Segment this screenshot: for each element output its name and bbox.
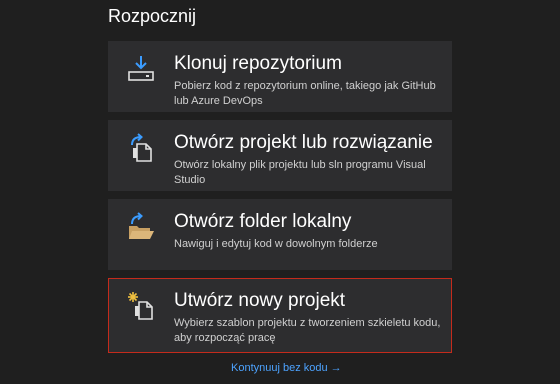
continue-without-code-link[interactable]: Kontynuuj bez kodu → [231, 362, 342, 374]
open-project-card[interactable]: Otwórz projekt lub rozwiązanie Otwórz lo… [108, 120, 452, 191]
section-title: Rozpocznij [108, 6, 197, 26]
clone-repository-title: Klonuj repozytorium [174, 53, 342, 74]
open-folder-description: Nawiguj i edytuj kod w dowolnym folderze [174, 238, 378, 250]
new-project-icon [128, 292, 153, 320]
new-project-title: Utwórz nowy projekt [174, 290, 346, 311]
open-project-description: Otwórz lokalny plik projektu lub sln pro… [174, 159, 426, 186]
open-project-icon [131, 133, 152, 162]
open-folder-card[interactable]: Otwórz folder lokalny Nawiguj i edytuj k… [108, 199, 452, 270]
open-folder-title: Otwórz folder lokalny [174, 211, 352, 232]
start-page: Rozpocznij Klonuj repozytorium Pobierz k… [0, 0, 560, 384]
clone-repository-icon [128, 56, 154, 81]
open-folder-icon [129, 212, 154, 239]
clone-repository-description: Pobierz kod z repozytorium online, takie… [174, 80, 436, 107]
clone-repository-card[interactable]: Klonuj repozytorium Pobierz kod z repozy… [108, 41, 452, 112]
open-project-title: Otwórz projekt lub rozwiązanie [174, 132, 433, 153]
new-project-card[interactable]: Utwórz nowy projekt Wybierz szablon proj… [108, 278, 452, 353]
new-project-description: Wybierz szablon projektu z tworzeniem sz… [174, 317, 441, 344]
